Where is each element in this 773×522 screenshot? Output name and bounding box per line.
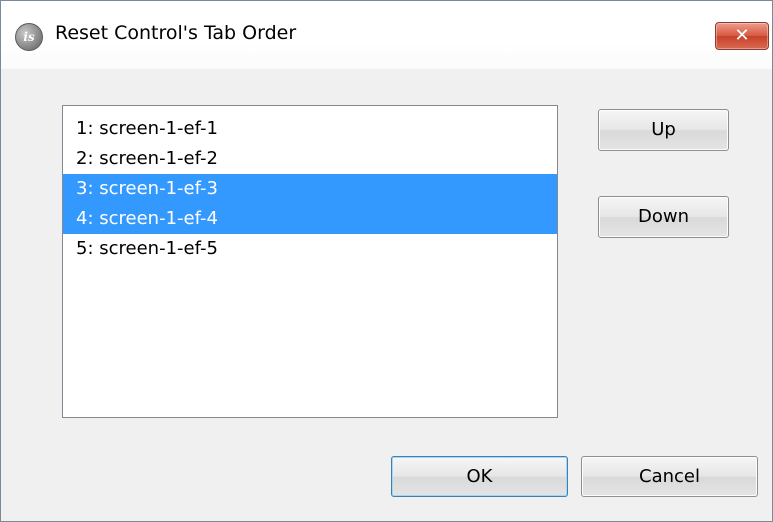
list-item[interactable]: 5: screen-1-ef-5 xyxy=(63,234,557,264)
tab-order-list[interactable]: 1: screen-1-ef-1 2: screen-1-ef-2 3: scr… xyxy=(62,105,558,418)
close-icon: ✕ xyxy=(734,25,750,46)
title-bar: is Reset Control's Tab Order ✕ xyxy=(1,1,772,69)
list-item[interactable]: 3: screen-1-ef-3 xyxy=(63,174,557,204)
dialog-window: is Reset Control's Tab Order ✕ 1: screen… xyxy=(0,0,773,522)
close-button[interactable]: ✕ xyxy=(715,22,769,50)
list-item[interactable]: 1: screen-1-ef-1 xyxy=(63,114,557,144)
cancel-button[interactable]: Cancel xyxy=(581,456,758,497)
up-button[interactable]: Up xyxy=(598,109,729,151)
app-logo-icon: is xyxy=(15,23,43,51)
dialog-title: Reset Control's Tab Order xyxy=(55,22,297,44)
list-item[interactable]: 4: screen-1-ef-4 xyxy=(63,204,557,234)
ok-button[interactable]: OK xyxy=(391,456,568,497)
down-button[interactable]: Down xyxy=(598,196,729,238)
list-item[interactable]: 2: screen-1-ef-2 xyxy=(63,144,557,174)
